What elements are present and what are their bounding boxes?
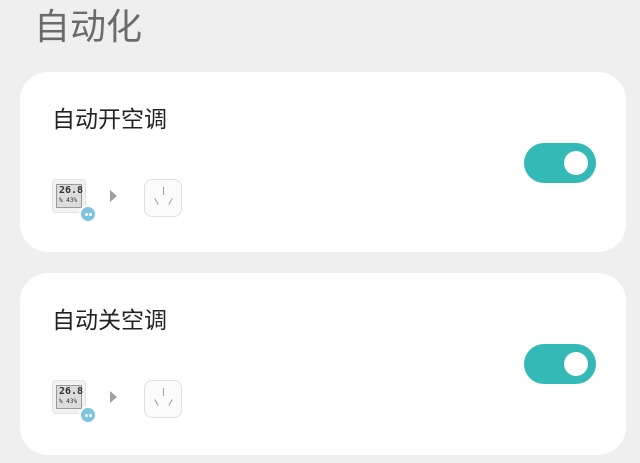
plug-pin (154, 198, 159, 205)
plug-pin (163, 187, 164, 195)
sensor-temp-text: 26.8 (59, 386, 84, 397)
plug-pin (168, 399, 173, 406)
automation-name: 自动关空调 (52, 308, 167, 334)
automation-flow: 26.8 % 43% (52, 380, 192, 424)
automation-card[interactable]: 自动关空调 26.8 % 43% (20, 273, 626, 455)
smart-plug-icon (144, 380, 182, 418)
sensor-display: 26.8 % 43% (56, 385, 84, 409)
plug-pin (168, 198, 173, 205)
gateway-badge-icon (79, 205, 97, 223)
sensor-humidity-text: % 43% (59, 398, 78, 405)
plug-pin (163, 388, 164, 396)
automation-toggle[interactable] (524, 344, 596, 384)
sensor-temp-text: 26.8 (59, 185, 84, 196)
automation-flow: 26.8 % 43% (52, 179, 192, 223)
smart-plug-icon (144, 179, 182, 217)
sensor-display: 26.8 % 43% (56, 184, 84, 208)
gateway-badge-icon (79, 406, 97, 424)
sensor-humidity-text: % 43% (59, 197, 78, 204)
toggle-knob (564, 352, 588, 376)
plug-pin (154, 399, 159, 406)
automation-page: 自动化 自动开空调 26.8 % 43% 自动关空调 26.8 % 43% (0, 0, 640, 463)
arrow-right-icon (110, 190, 117, 202)
arrow-right-icon (110, 391, 117, 403)
page-title: 自动化 (34, 7, 143, 48)
automation-name: 自动开空调 (52, 107, 167, 133)
automation-toggle[interactable] (524, 143, 596, 183)
automation-card[interactable]: 自动开空调 26.8 % 43% (20, 72, 626, 252)
toggle-knob (564, 151, 588, 175)
